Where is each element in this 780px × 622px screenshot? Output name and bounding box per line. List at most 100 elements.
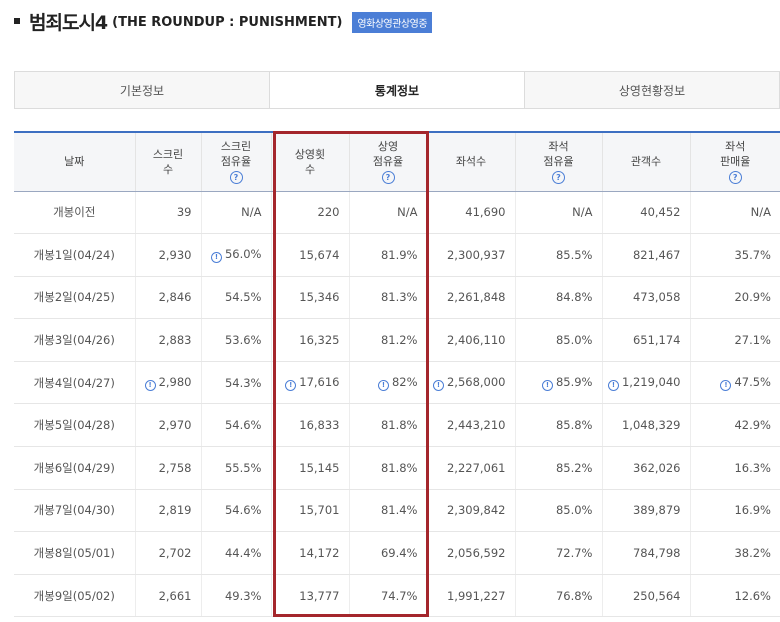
cell-show-share: 81.8% bbox=[348, 446, 427, 490]
cell-seat-count: 2,056,592 bbox=[426, 531, 515, 575]
help-icon[interactable]: ? bbox=[552, 171, 565, 185]
cell-audience-count: ! 1,219,040 bbox=[601, 361, 690, 405]
table-row: 개봉이전 39 N/A 220 N/A 41,690 N/A 40,452 N/A bbox=[14, 191, 780, 235]
cell-date: 개봉8일(05/01) bbox=[14, 531, 135, 575]
cell-seat-count: 2,300,937 bbox=[426, 233, 515, 277]
cell-value: 2,568,000 bbox=[446, 374, 506, 389]
cell-value: 15,674 bbox=[299, 247, 340, 262]
cell-value: 20.9% bbox=[734, 290, 771, 305]
cell-date: 개봉4일(04/27) bbox=[14, 361, 135, 405]
cell-value: 42.9% bbox=[734, 418, 771, 433]
cell-value: 85.2% bbox=[555, 460, 593, 475]
column-header-screen-count: 스크린 수 bbox=[134, 131, 201, 192]
column-header-label: 좌석 bbox=[725, 139, 746, 153]
cell-value: 개봉2일(04/25) bbox=[33, 290, 115, 305]
cell-seat-count: 2,261,848 bbox=[426, 276, 515, 320]
cell-seat-sales-rate: N/A bbox=[689, 191, 780, 235]
cell-show-share: 69.4% bbox=[348, 531, 427, 575]
cell-show-count: 15,674 bbox=[270, 233, 349, 277]
cell-value: 개봉이전 bbox=[53, 205, 96, 220]
cell-value: 54.6% bbox=[224, 418, 262, 433]
cell-screen-count: 2,758 bbox=[134, 446, 201, 490]
cell-show-count: 13,777 bbox=[270, 574, 349, 618]
cell-audience-count: 473,058 bbox=[601, 276, 690, 320]
cell-seat-count: 2,309,842 bbox=[426, 489, 515, 533]
cell-screen-share: 53.6% bbox=[200, 318, 271, 362]
table-row: 개봉8일(05/01) 2,702 44.4% 14,172 69.4% 2,056,59… bbox=[14, 531, 780, 575]
alert-info-icon[interactable]: ! bbox=[607, 379, 619, 391]
cell-value: 1,991,227 bbox=[446, 588, 506, 603]
cell-audience-count: 651,174 bbox=[601, 318, 690, 362]
cell-value: 85.8% bbox=[555, 418, 593, 433]
help-icon[interactable]: ? bbox=[381, 171, 395, 185]
cell-value: 개봉1일(04/24) bbox=[33, 247, 115, 262]
alert-info-icon[interactable]: ! bbox=[285, 379, 297, 391]
column-header-show-share: 상영 점유율? bbox=[348, 131, 427, 192]
cell-screen-share: 54.6% bbox=[200, 403, 271, 448]
cell-value: 2,261,848 bbox=[446, 290, 506, 305]
cell-show-count: 220 bbox=[270, 191, 349, 235]
cell-show-share: ! 82% bbox=[348, 361, 427, 405]
alert-info-icon[interactable]: ! bbox=[541, 379, 553, 391]
cell-show-share: 74.7% bbox=[348, 574, 427, 618]
column-header-label: 스크린 bbox=[220, 139, 252, 153]
cell-value: 16.9% bbox=[734, 503, 771, 518]
cell-screen-count: 2,883 bbox=[134, 318, 201, 362]
alert-info-icon[interactable]: ! bbox=[720, 379, 732, 391]
cell-value: 16.3% bbox=[734, 460, 771, 475]
cell-seat-sales-rate: 27.1% bbox=[689, 318, 780, 362]
column-header-show-count: 상영횟 수 bbox=[270, 131, 349, 192]
cell-show-share: 81.8% bbox=[348, 403, 427, 448]
column-header-label: 좌석수 bbox=[455, 155, 487, 169]
cell-date: 개봉3일(04/26) bbox=[14, 318, 135, 362]
cell-value: 76.8% bbox=[555, 588, 593, 603]
cell-audience-count: 362,026 bbox=[601, 446, 690, 490]
column-header-label: 점유율 bbox=[372, 154, 404, 168]
cell-value: 53.6% bbox=[224, 333, 262, 348]
alert-info-icon[interactable]: ! bbox=[377, 379, 389, 391]
cell-value: 35.7% bbox=[734, 247, 771, 262]
cell-value: 84.8% bbox=[555, 290, 593, 305]
cell-screen-share: 49.3% bbox=[200, 574, 271, 618]
cell-value: 2,819 bbox=[158, 503, 192, 518]
column-header-label: 상영횟 bbox=[294, 147, 326, 161]
cell-value: 54.3% bbox=[224, 375, 262, 390]
cell-seat-sales-rate: 20.9% bbox=[689, 276, 780, 320]
alert-info-icon[interactable]: ! bbox=[210, 251, 222, 263]
cell-value: 821,467 bbox=[632, 247, 681, 262]
cell-value: 2,300,937 bbox=[446, 247, 506, 262]
alert-info-icon[interactable]: ! bbox=[144, 379, 156, 391]
tab-screening-status[interactable]: 상영현황정보 bbox=[524, 71, 780, 108]
cell-show-count: 16,833 bbox=[270, 403, 349, 448]
cell-value: 개봉4일(04/27) bbox=[33, 375, 115, 390]
cell-show-share: N/A bbox=[348, 191, 427, 235]
cell-screen-count: 2,970 bbox=[134, 403, 201, 448]
cell-date: 개봉5일(04/28) bbox=[14, 403, 135, 448]
cell-value: 2,309,842 bbox=[446, 503, 506, 518]
tab-statistics[interactable]: 통계정보 bbox=[269, 71, 525, 108]
cell-value: 362,026 bbox=[632, 460, 681, 475]
cell-value: N/A bbox=[750, 205, 771, 220]
help-icon[interactable]: ? bbox=[229, 171, 243, 185]
cell-value: 56.0% bbox=[224, 246, 262, 261]
cell-seat-count: 2,443,210 bbox=[426, 403, 515, 448]
column-header-audience-count: 관객수 bbox=[601, 131, 690, 192]
cell-seat-share: 85.5% bbox=[514, 233, 602, 277]
cell-show-count: 15,145 bbox=[270, 446, 349, 490]
cell-value: 2,846 bbox=[158, 290, 192, 305]
tab-basic-info[interactable]: 기본정보 bbox=[14, 71, 270, 108]
cell-value: 16,833 bbox=[299, 418, 340, 433]
cell-seat-share: 85.0% bbox=[514, 318, 602, 362]
column-header-date: 날짜 bbox=[14, 131, 135, 192]
cell-screen-share: 55.5% bbox=[200, 446, 271, 490]
cell-show-count: 15,701 bbox=[270, 489, 349, 533]
cell-date: 개봉7일(04/30) bbox=[14, 489, 135, 533]
movie-title: 범죄도시4 bbox=[29, 11, 108, 34]
column-header-label: 수 bbox=[304, 162, 316, 176]
cell-value: 2,227,061 bbox=[446, 460, 506, 475]
help-icon[interactable]: ? bbox=[728, 171, 742, 185]
cell-value: 250,564 bbox=[632, 588, 681, 603]
alert-info-icon[interactable]: ! bbox=[432, 379, 444, 391]
cell-value: 81.9% bbox=[380, 247, 418, 262]
cell-seat-count: 1,991,227 bbox=[426, 574, 515, 618]
